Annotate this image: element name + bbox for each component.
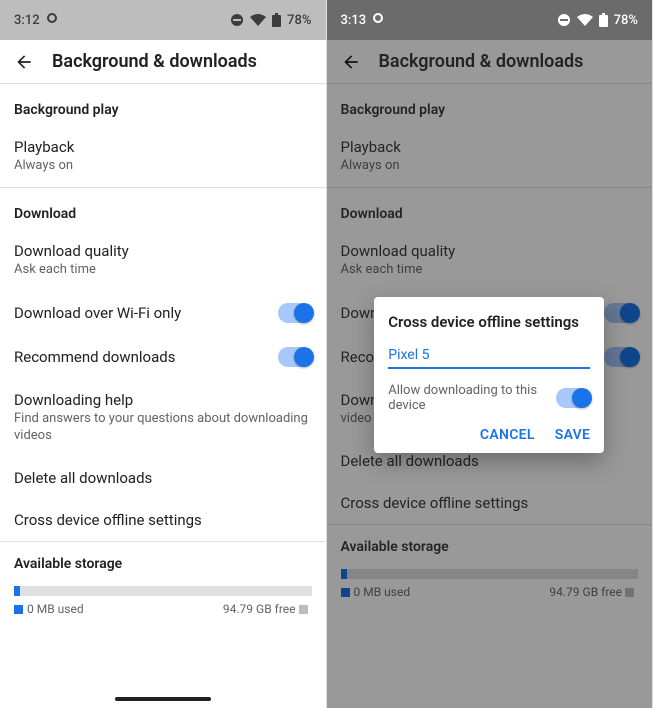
dnd-icon [557, 13, 571, 27]
storage-bar [14, 586, 312, 596]
storage-legend: 0 MB used 94.79 GB free [341, 585, 639, 599]
nav-bar [327, 690, 653, 708]
toggle-recommend[interactable] [604, 347, 638, 367]
row-help-sub: Find answers to your questions about dow… [14, 411, 312, 445]
storage-header: Available storage [14, 556, 312, 572]
storage-header: Available storage [341, 539, 639, 555]
save-button[interactable]: SAVE [555, 427, 591, 443]
status-app-icon [372, 12, 384, 28]
section-background-play: Background play [0, 84, 326, 126]
battery-icon [272, 13, 281, 27]
row-playback-title: Playback [341, 138, 639, 156]
battery-percent: 78% [614, 13, 638, 28]
storage-used: 0 MB used [354, 585, 411, 599]
row-recommend[interactable]: Recommend downloads [0, 335, 326, 379]
row-playback-title: Playback [14, 138, 312, 156]
row-wifi-only[interactable]: Download over Wi-Fi only [0, 291, 326, 335]
row-help-title: Downloading help [14, 391, 312, 409]
wifi-icon [577, 14, 593, 26]
row-help[interactable]: Downloading help Find answers to your qu… [0, 379, 326, 457]
screenshot-right: 3:13 78% Background & downloads Backgrou… [327, 0, 653, 708]
section-storage: Available storage 0 MB used 94.79 GB fre… [0, 542, 326, 626]
storage-used: 0 MB used [27, 602, 84, 616]
row-playback-sub: Always on [341, 158, 639, 175]
row-quality-sub: Ask each time [14, 262, 312, 279]
dialog-title: Cross device offline settings [388, 313, 590, 331]
nav-pill[interactable] [441, 697, 537, 701]
status-time: 3:13 [341, 13, 367, 28]
row-playback-sub: Always on [14, 158, 312, 175]
back-icon[interactable] [14, 52, 34, 72]
row-wifi-title: Download over Wi-Fi only [14, 304, 278, 322]
status-bar: 3:12 78% [0, 0, 326, 40]
storage-free: 94.79 GB free [223, 602, 296, 616]
status-time: 3:12 [14, 13, 40, 28]
storage-bar [341, 569, 639, 579]
storage-free: 94.79 GB free [549, 585, 622, 599]
row-quality-title: Download quality [14, 242, 312, 260]
settings-content: Background play Playback Always on Downl… [0, 84, 326, 690]
dnd-icon [230, 13, 244, 27]
battery-percent: 78% [287, 13, 311, 28]
row-download-quality[interactable]: Download quality Ask each time [0, 230, 326, 291]
device-name-input[interactable] [388, 345, 590, 369]
toggle-allow-download[interactable] [556, 388, 590, 408]
nav-pill[interactable] [115, 697, 211, 701]
dialog-cross-device: Cross device offline settings Allow down… [374, 297, 604, 453]
status-bar: 3:13 78% [327, 0, 653, 40]
page-title: Background & downloads [52, 51, 257, 72]
row-delete-title: Delete all downloads [14, 469, 312, 487]
row-download-quality[interactable]: Download quality Ask each time [327, 230, 653, 291]
title-bar: Background & downloads [327, 40, 653, 84]
page-title: Background & downloads [379, 51, 584, 72]
title-bar: Background & downloads [0, 40, 326, 84]
row-cross-title: Cross device offline settings [341, 494, 639, 512]
section-download: Download [327, 188, 653, 230]
screenshot-left: 3:12 78% Background & downloads Backgrou… [0, 0, 327, 708]
nav-bar [0, 690, 326, 708]
toggle-wifi-only[interactable] [604, 303, 638, 323]
back-icon[interactable] [341, 52, 361, 72]
row-quality-title: Download quality [341, 242, 639, 260]
row-quality-sub: Ask each time [341, 262, 639, 279]
section-background-play: Background play [327, 84, 653, 126]
cancel-button[interactable]: CANCEL [480, 427, 535, 443]
row-cross-device[interactable]: Cross device offline settings [327, 482, 653, 524]
row-playback[interactable]: Playback Always on [0, 126, 326, 187]
row-cross-title: Cross device offline settings [14, 511, 312, 529]
status-app-icon [46, 12, 58, 28]
allow-download-label: Allow downloading to this device [388, 383, 556, 413]
row-cross-device[interactable]: Cross device offline settings [0, 499, 326, 541]
section-storage: Available storage 0 MB used 94.79 GB fre… [327, 525, 653, 609]
toggle-wifi-only[interactable] [278, 303, 312, 323]
section-download: Download [0, 188, 326, 230]
row-delete-title: Delete all downloads [341, 452, 639, 470]
row-playback[interactable]: Playback Always on [327, 126, 653, 187]
row-recommend-title: Recommend downloads [14, 348, 278, 366]
storage-legend: 0 MB used 94.79 GB free [14, 602, 312, 616]
toggle-recommend[interactable] [278, 347, 312, 367]
battery-icon [599, 13, 608, 27]
row-delete-all[interactable]: Delete all downloads [0, 457, 326, 499]
wifi-icon [250, 14, 266, 26]
